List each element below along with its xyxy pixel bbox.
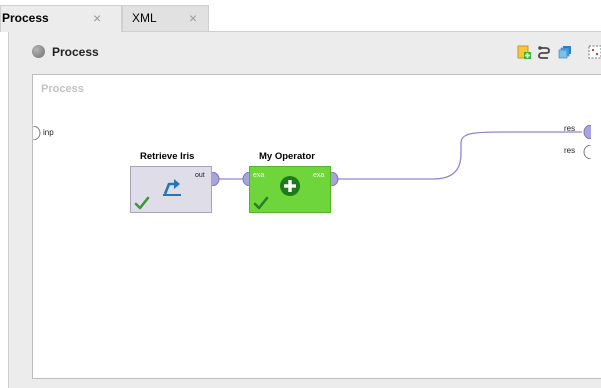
panel-title[interactable]: Process xyxy=(52,45,99,59)
add-building-block-icon[interactable] xyxy=(517,45,531,59)
output-port[interactable] xyxy=(331,172,339,186)
connections xyxy=(212,131,582,180)
retrieve-icon xyxy=(163,179,181,196)
input-port-label: inp xyxy=(43,128,54,137)
input-port[interactable] xyxy=(33,126,41,140)
process-panel: Process Process inp res res Retrieve Iri… xyxy=(8,31,601,388)
result-port-label: res xyxy=(564,146,576,155)
port-label: out xyxy=(195,172,205,179)
auto-wire-icon[interactable] xyxy=(537,45,551,59)
close-icon[interactable]: × xyxy=(93,10,101,26)
close-icon[interactable]: × xyxy=(189,10,197,26)
process-icon[interactable] xyxy=(32,45,45,58)
operator-title[interactable]: My Operator xyxy=(259,151,315,162)
tab-xml[interactable]: XML × xyxy=(122,5,209,32)
check-icon xyxy=(134,196,150,210)
retrieve-iris-operator[interactable]: out xyxy=(130,166,212,213)
result-port-label: res xyxy=(564,124,576,133)
panel-header: Process xyxy=(9,32,601,72)
tab-process[interactable]: Process × xyxy=(0,5,122,32)
port-label: exa xyxy=(253,172,265,179)
port-label: exa xyxy=(313,172,325,179)
tab-label: Process xyxy=(2,11,49,25)
tab-bar: Process × XML × xyxy=(0,0,601,32)
process-canvas[interactable]: Process inp res res Retrieve Iris out My… xyxy=(32,74,601,379)
output-port[interactable] xyxy=(212,172,220,186)
check-icon xyxy=(253,196,269,210)
wire-operator-to-result[interactable] xyxy=(331,131,582,180)
result-port-2[interactable] xyxy=(583,145,591,159)
plus-icon xyxy=(280,176,300,196)
result-port-1[interactable] xyxy=(583,125,591,139)
layers-icon[interactable] xyxy=(558,45,572,59)
operator-title[interactable]: Retrieve Iris xyxy=(140,151,194,162)
grid-icon[interactable] xyxy=(588,45,601,59)
tab-label: XML xyxy=(132,11,157,25)
my-operator[interactable]: exa exa xyxy=(249,166,331,213)
